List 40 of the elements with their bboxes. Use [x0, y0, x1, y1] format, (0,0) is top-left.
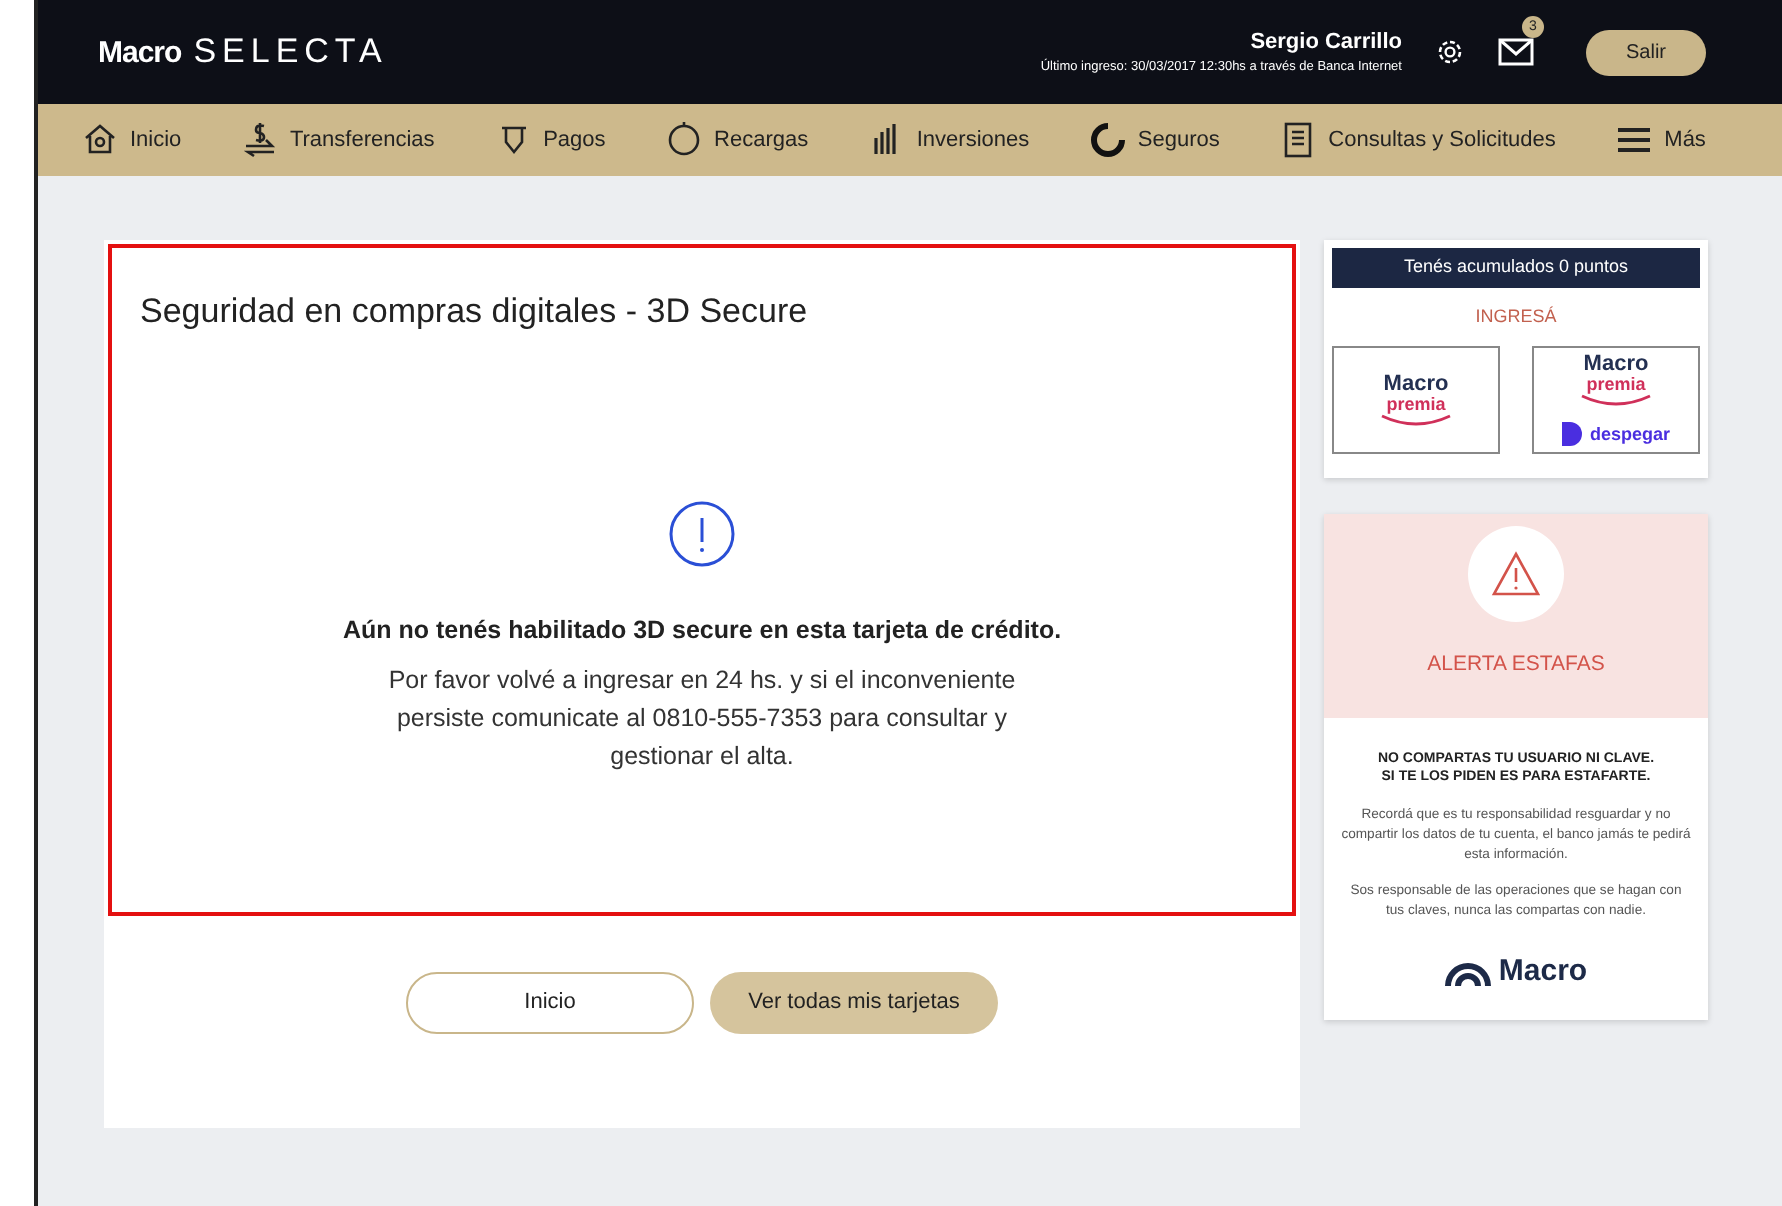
- smile-curve-icon: [1580, 394, 1652, 406]
- settings-icon[interactable]: [1433, 36, 1466, 68]
- login-link[interactable]: INGRESÁ: [1332, 303, 1700, 330]
- home-button[interactable]: Inicio: [406, 972, 694, 1034]
- nav-item[interactable]: Transferencias: [241, 122, 435, 158]
- logout-button[interactable]: Salir: [1585, 29, 1706, 75]
- page-title: Seguridad en compras digitales - 3D Secure: [140, 292, 808, 333]
- ring-icon: [1089, 122, 1126, 158]
- message-body: Por favor volvé a ingresar en 24 hs. y si el inconveniente persiste comunicate al 0810-555-7353 para consultar y gestionar el alta.: [386, 664, 1018, 774]
- mail-icon[interactable]: [1497, 36, 1538, 67]
- coin-icon: [666, 122, 703, 158]
- bank-logo-text: Macro: [1498, 952, 1588, 993]
- partner-logo-card[interactable]: Macro premia despegar: [1532, 346, 1700, 454]
- logo-text: premia: [1386, 396, 1446, 414]
- nav-item[interactable]: Más: [1616, 122, 1706, 158]
- nav-item[interactable]: Inversiones: [868, 122, 1030, 158]
- user-name: Sergio Carrillo: [1248, 27, 1402, 58]
- nav-item[interactable]: Consultas y Solicitudes: [1280, 122, 1556, 158]
- logo-text: premia: [1586, 376, 1646, 394]
- menu-icon: [1616, 122, 1653, 158]
- nav-item[interactable]: Pagos: [495, 122, 606, 158]
- transfer-arrows-icon: [241, 122, 278, 158]
- partner-mark-icon: [1561, 422, 1582, 446]
- home-icon: [82, 122, 118, 158]
- points-banner: Tenés acumulados 0 puntos: [1332, 248, 1700, 287]
- nav-item[interactable]: Inicio: [82, 122, 182, 158]
- brand-logo[interactable]: Macro SELECTA: [98, 26, 388, 78]
- message-title: Aún no tenés habilitado 3D secure en esta tarjeta de crédito.: [342, 614, 1062, 649]
- view-cards-button[interactable]: Ver todas mis tarjetas: [710, 972, 998, 1034]
- alert-title: ALERTA ESTAFAS: [1427, 650, 1605, 680]
- smile-curve-icon: [1380, 414, 1452, 426]
- nav-item[interactable]: Seguros: [1089, 122, 1220, 158]
- exclamation-icon: [668, 500, 736, 569]
- logo-text: Macro: [1383, 374, 1449, 396]
- logo-text: Macro: [1583, 354, 1649, 376]
- logo-text: despegar: [1589, 425, 1671, 443]
- partner-logo-card[interactable]: Macro premia: [1332, 346, 1500, 454]
- warning-icon: [1490, 550, 1542, 598]
- document-icon: [1280, 122, 1317, 158]
- nav-item[interactable]: Recargas: [666, 122, 809, 158]
